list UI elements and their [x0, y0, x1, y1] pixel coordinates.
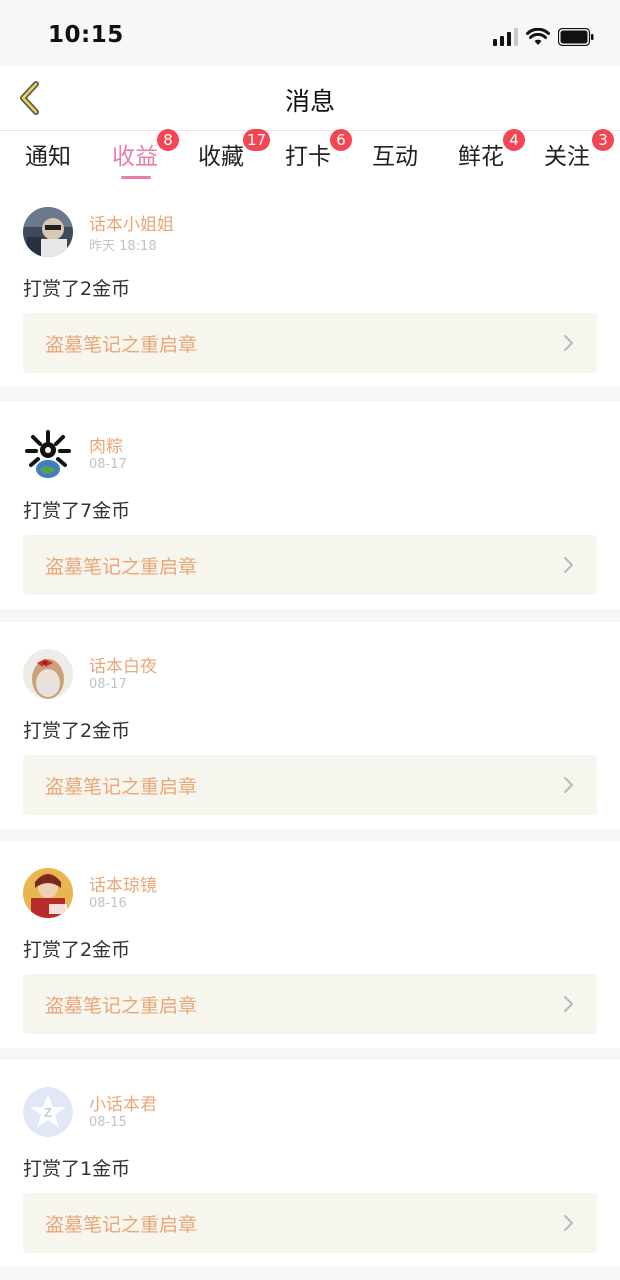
tab-label: 收藏	[198, 144, 244, 170]
avatar[interactable]	[23, 649, 73, 699]
chevron-right-icon	[564, 1215, 573, 1231]
navigation-bar: 消息	[0, 66, 620, 130]
unread-badge: 6	[330, 129, 352, 151]
avatar[interactable]	[23, 207, 73, 257]
wifi-icon	[526, 28, 550, 45]
status-time: 10:15	[48, 22, 124, 48]
status-icons	[493, 26, 594, 48]
tab-label: 鲜花	[458, 144, 504, 170]
active-tab-indicator	[121, 176, 151, 179]
reward-message: 打赏了1金币	[23, 1158, 131, 1180]
tab-favorites[interactable]: 收藏 17	[198, 129, 271, 171]
chevron-right-icon	[564, 335, 573, 351]
tab-label: 收益	[112, 144, 158, 170]
tab-label: 通知	[25, 144, 71, 170]
reward-message: 打赏了2金币	[23, 720, 131, 742]
cellular-signal-icon	[493, 28, 518, 46]
avatar[interactable]	[23, 868, 73, 918]
svg-text:Z: Z	[44, 1105, 52, 1120]
reward-message: 打赏了2金币	[23, 278, 131, 300]
avatar[interactable]	[23, 429, 73, 479]
chevron-right-icon	[564, 557, 573, 573]
chapter-link[interactable]: 盗墓笔记之重启章	[23, 974, 597, 1034]
battery-icon	[558, 28, 594, 46]
tab-label: 打卡	[285, 144, 331, 170]
timestamp: 08-15	[89, 1115, 127, 1130]
unread-badge: 8	[157, 129, 179, 151]
chapter-title: 盗墓笔记之重启章	[45, 334, 198, 356]
user-name[interactable]: 小话本君	[89, 1090, 157, 1115]
timestamp: 昨天 18:18	[89, 239, 157, 254]
tab-interaction[interactable]: 互动	[372, 137, 418, 171]
chevron-right-icon	[564, 777, 573, 793]
user-name[interactable]: 话本白夜	[89, 652, 157, 677]
unread-badge: 4	[503, 129, 525, 151]
chapter-title: 盗墓笔记之重启章	[45, 995, 198, 1017]
tab-label: 关注	[544, 144, 590, 170]
timestamp: 08-17	[89, 457, 127, 472]
tab-bar: 通知 收益 8 收藏 17 打卡 6 互动 鲜花 4 关注 3	[0, 129, 620, 181]
chapter-title: 盗墓笔记之重启章	[45, 556, 198, 578]
status-bar: 10:15	[0, 0, 620, 66]
avatar[interactable]: Z	[23, 1087, 73, 1137]
tab-earnings[interactable]: 收益 8	[112, 129, 179, 179]
reward-message: 打赏了7金币	[23, 500, 131, 522]
user-name[interactable]: 肉粽	[89, 432, 123, 457]
chapter-link[interactable]: 盗墓笔记之重启章	[23, 755, 597, 815]
page-title: 消息	[284, 87, 335, 116]
chapter-link[interactable]: 盗墓笔记之重启章	[23, 313, 597, 373]
tab-notifications[interactable]: 通知	[25, 137, 71, 171]
chevron-right-icon	[564, 996, 573, 1012]
unread-badge: 3	[592, 129, 614, 151]
chapter-link[interactable]: 盗墓笔记之重启章	[23, 1193, 597, 1253]
message-card: 肉粽 08-17 打赏了7金币 盗墓笔记之重启章	[0, 402, 620, 609]
tab-label: 互动	[372, 144, 418, 170]
user-name[interactable]: 话本琼镜	[89, 871, 157, 896]
timestamp: 08-17	[89, 677, 127, 692]
unread-badge: 17	[243, 129, 271, 151]
chapter-link[interactable]: 盗墓笔记之重启章	[23, 535, 597, 595]
reward-message: 打赏了2金币	[23, 939, 131, 961]
chapter-title: 盗墓笔记之重启章	[45, 776, 198, 798]
timestamp: 08-16	[89, 896, 127, 911]
tab-follow[interactable]: 关注 3	[544, 129, 614, 171]
message-card: 话本小姐姐 昨天 18:18 打赏了2金币 盗墓笔记之重启章	[0, 180, 620, 387]
message-card: Z 小话本君 08-15 打赏了1金币 盗墓笔记之重启章	[0, 1060, 620, 1267]
user-name[interactable]: 话本小姐姐	[89, 210, 174, 235]
tab-checkin[interactable]: 打卡 6	[285, 129, 352, 171]
tab-flowers[interactable]: 鲜花 4	[458, 129, 525, 171]
message-card: 话本白夜 08-17 打赏了2金币 盗墓笔记之重启章	[0, 622, 620, 829]
chapter-title: 盗墓笔记之重启章	[45, 1214, 198, 1236]
message-card: 话本琼镜 08-16 打赏了2金币 盗墓笔记之重启章	[0, 841, 620, 1048]
